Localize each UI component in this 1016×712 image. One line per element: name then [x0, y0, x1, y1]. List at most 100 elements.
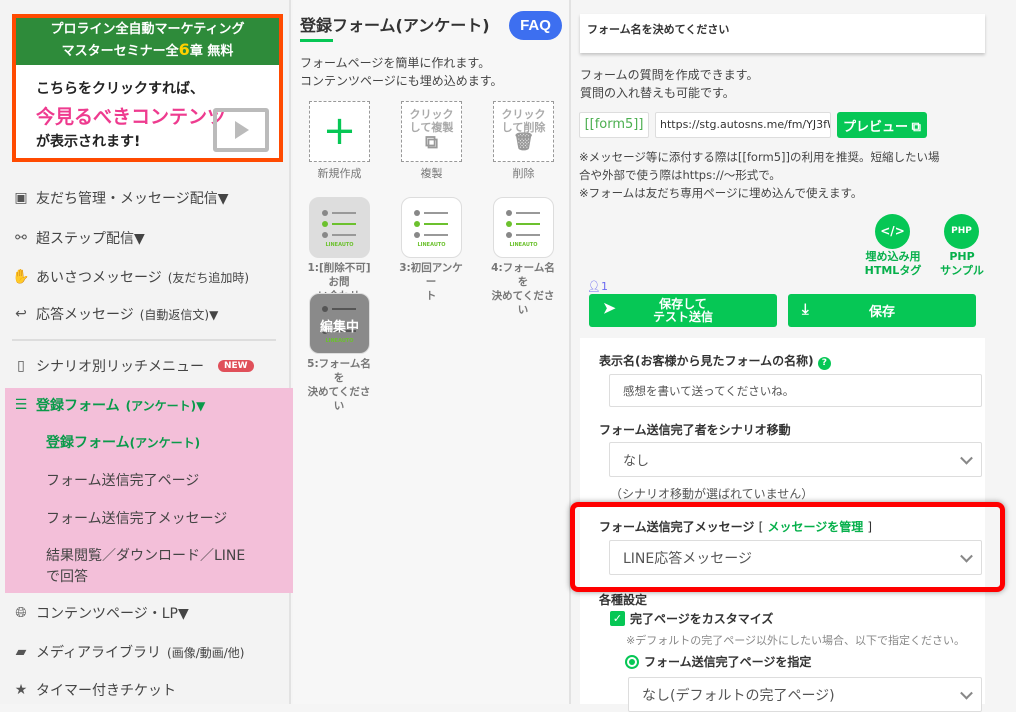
user-count-value: 1	[600, 280, 608, 293]
subnav-suffix: (アンケート)	[129, 436, 201, 450]
preview-label: プレビュー	[843, 118, 909, 134]
nav-rich-menu[interactable]: ▯ シナリオ別リッチメニュー NEW	[12, 356, 254, 376]
globe-icon: 🌐︎	[15, 605, 27, 621]
subnav-complete-message[interactable]: フォーム送信完了メッセージ	[46, 508, 227, 528]
hint: クリック	[409, 108, 454, 121]
nav-greeting[interactable]: ✋ あいさつメッセージ (友だち追加時)	[12, 267, 249, 287]
editing-label: 編集中	[319, 320, 359, 335]
form-url-field[interactable]: https://stg.autosns.me/fm/YJ3fW	[655, 112, 831, 138]
html-code-icon[interactable]: </>	[875, 214, 910, 249]
embed-html-label[interactable]: 埋め込み用 HTMLタグ	[858, 250, 928, 278]
contact-book-icon: ▣	[14, 190, 28, 206]
complete-page-select[interactable]: なし(デフォルトの完了ページ)	[628, 677, 982, 712]
form-name-input[interactable]: フォーム名を決めてください	[580, 14, 985, 53]
hand-icon: ✋	[12, 269, 30, 285]
plus-icon: +	[322, 108, 357, 154]
nav-label: シナリオ別リッチメニュー	[36, 359, 204, 375]
nav-label: タイマー付きチケット	[36, 683, 176, 699]
help-icon[interactable]: ?	[817, 357, 831, 370]
title-underline	[300, 39, 333, 42]
nav-suffix: (アンケート)▼	[125, 398, 206, 413]
nav-label: 応答メッセージ	[36, 307, 134, 323]
complete-page-radio[interactable]: フォーム送信完了ページを指定	[625, 653, 811, 670]
form-item-icon[interactable]: LINEAUTO	[493, 197, 554, 258]
panel-description: フォームページを簡単に作れます。 コンテンツページにも埋め込めます。	[300, 54, 503, 90]
nav-ticket[interactable]: ★ タイマー付きチケット	[12, 680, 176, 700]
subnav-forms[interactable]: 登録フォーム(アンケート)	[46, 432, 200, 452]
seminar-banner[interactable]: プロライン全自動マーケティング マスターセミナー全6章 無料 こちらをクリックす…	[12, 14, 283, 162]
user-icon: 👤︎	[587, 280, 601, 293]
trash-icon: 🗑︎	[512, 132, 535, 152]
new-form-button[interactable]: +	[309, 101, 370, 162]
divider	[12, 339, 276, 341]
php-icon[interactable]: PHP	[944, 214, 979, 249]
php-sample-label[interactable]: PHP サンプル	[931, 250, 993, 278]
label-line: 3:初回アンケー	[399, 262, 463, 288]
form-tag-field[interactable]: [[form5]]	[579, 112, 649, 138]
mobile-icon: ▯	[17, 358, 25, 374]
hint: クリック	[501, 108, 546, 121]
form-item-icon[interactable]: LINEAUTO	[401, 197, 462, 258]
highlight-annotation-box	[570, 502, 1005, 592]
form-item-label[interactable]: 3:初回アンケート	[395, 261, 467, 303]
form-list-panel: 登録フォーム(アンケート) FAQ フォームページを簡単に作れます。 コンテンツペ…	[293, 0, 571, 704]
banner-line3: こちらをクリックすれば、	[36, 81, 204, 97]
chevron-down-icon	[960, 686, 973, 700]
nav-label: コンテンツページ・LP▼	[36, 606, 189, 622]
video-icon	[213, 108, 269, 152]
form-item-icon[interactable]: LINEAUTO	[309, 197, 370, 258]
banner-chapter-count: 6	[178, 40, 190, 59]
new-form-label: 新規作成	[317, 167, 362, 180]
folder-icon: ▰	[15, 644, 27, 660]
display-name-input[interactable]: 感想を書いて送ってくださいね。	[609, 374, 982, 407]
select-value: なし(デフォルトの完了ページ)	[642, 687, 835, 704]
banner-free: 章 無料	[189, 44, 234, 59]
logo: LINEAUTO	[417, 242, 446, 248]
checkbox-label: 完了ページをカスタマイズ	[630, 612, 774, 626]
copy-icon: ⧉	[425, 132, 438, 153]
settings-label: 各種設定	[599, 593, 648, 607]
subnav-results[interactable]: 結果閲覧／ダウンロード／LINE	[46, 545, 245, 565]
nav-forms[interactable]: ☰ 登録フォーム (アンケート)▼	[12, 395, 206, 415]
editor-description: フォームの質問を作成できます。 質問の入れ替えも可能です。	[580, 66, 758, 102]
save-and-test-button[interactable]: ➤ 保存して テスト送信	[589, 294, 777, 327]
nav-label: 友だち管理・メッセージ配信▼	[36, 191, 229, 207]
nav-media[interactable]: ▰ メディアライブラリ (画像/動画/他)	[12, 642, 245, 662]
logo: LINEAUTO	[325, 338, 354, 344]
label-line: HTMLタグ	[864, 264, 922, 277]
desc-line: フォームの質問を作成できます。	[580, 68, 759, 82]
subnav-results-cont[interactable]: で回答	[46, 566, 88, 586]
save-button[interactable]: ⤓ 保存	[788, 294, 976, 327]
faq-button[interactable]: FAQ	[509, 11, 562, 40]
nav-friends[interactable]: ▣ 友だち管理・メッセージ配信▼	[12, 188, 229, 208]
nav-content-page[interactable]: 🌐︎ コンテンツページ・LP▼	[12, 603, 189, 623]
customize-checkbox[interactable]: ✓ 完了ページをカスタマイズ	[610, 610, 773, 627]
preview-button[interactable]: プレビュー ⧉	[837, 112, 927, 138]
label-line: サンプル	[940, 264, 984, 277]
form-item-label[interactable]: 4:フォーム名を 決めてください	[487, 261, 559, 317]
scenario-select[interactable]: なし	[609, 442, 982, 477]
label-line: 5:フォーム名を	[307, 358, 371, 384]
note-line: ※フォームは友だち専用ページに埋め込んで使えます。	[579, 186, 863, 200]
copy-drop-zone[interactable]: クリック して複製 ⧉	[401, 101, 462, 162]
display-name-label: 表示名(お客様から見たフォームの名称) ?	[599, 352, 831, 370]
list-icon: ☰	[14, 397, 28, 413]
scenario-note: （シナリオ移動が選ばれていません）	[610, 487, 814, 501]
form-item-icon-editing[interactable]: 編集中 LINEAUTO	[309, 293, 370, 354]
nav-step[interactable]: ⚯ 超ステップ配信▼	[12, 228, 145, 248]
send-icon: ➤	[603, 300, 616, 317]
label-line: PHP	[949, 250, 975, 263]
delete-label: 削除	[512, 167, 535, 180]
form-item-label[interactable]: 5:フォーム名を 決めてください	[303, 357, 375, 413]
delete-drop-zone[interactable]: クリック して削除 🗑︎	[493, 101, 554, 162]
form-editor: フォーム名を決めてください フォームの質問を作成できます。 質問の入れ替えも可能で…	[573, 0, 1016, 712]
label-text: 表示名(お客様から見たフォームの名称)	[599, 354, 814, 368]
sidebar: プロライン全自動マーケティング マスターセミナー全6章 無料 こちらをクリックす…	[0, 0, 293, 704]
download-icon: ⤓	[802, 301, 809, 318]
subnav-complete-page[interactable]: フォーム送信完了ページ	[46, 470, 199, 490]
copy-label: 複製	[420, 167, 443, 180]
nav-label: 超ステップ配信▼	[36, 231, 145, 247]
label-line: 4:フォーム名を	[491, 262, 555, 288]
desc-line: コンテンツページにも埋め込めます。	[300, 74, 503, 88]
nav-reply[interactable]: ↩ 応答メッセージ (自動返信文)▼	[12, 304, 218, 324]
